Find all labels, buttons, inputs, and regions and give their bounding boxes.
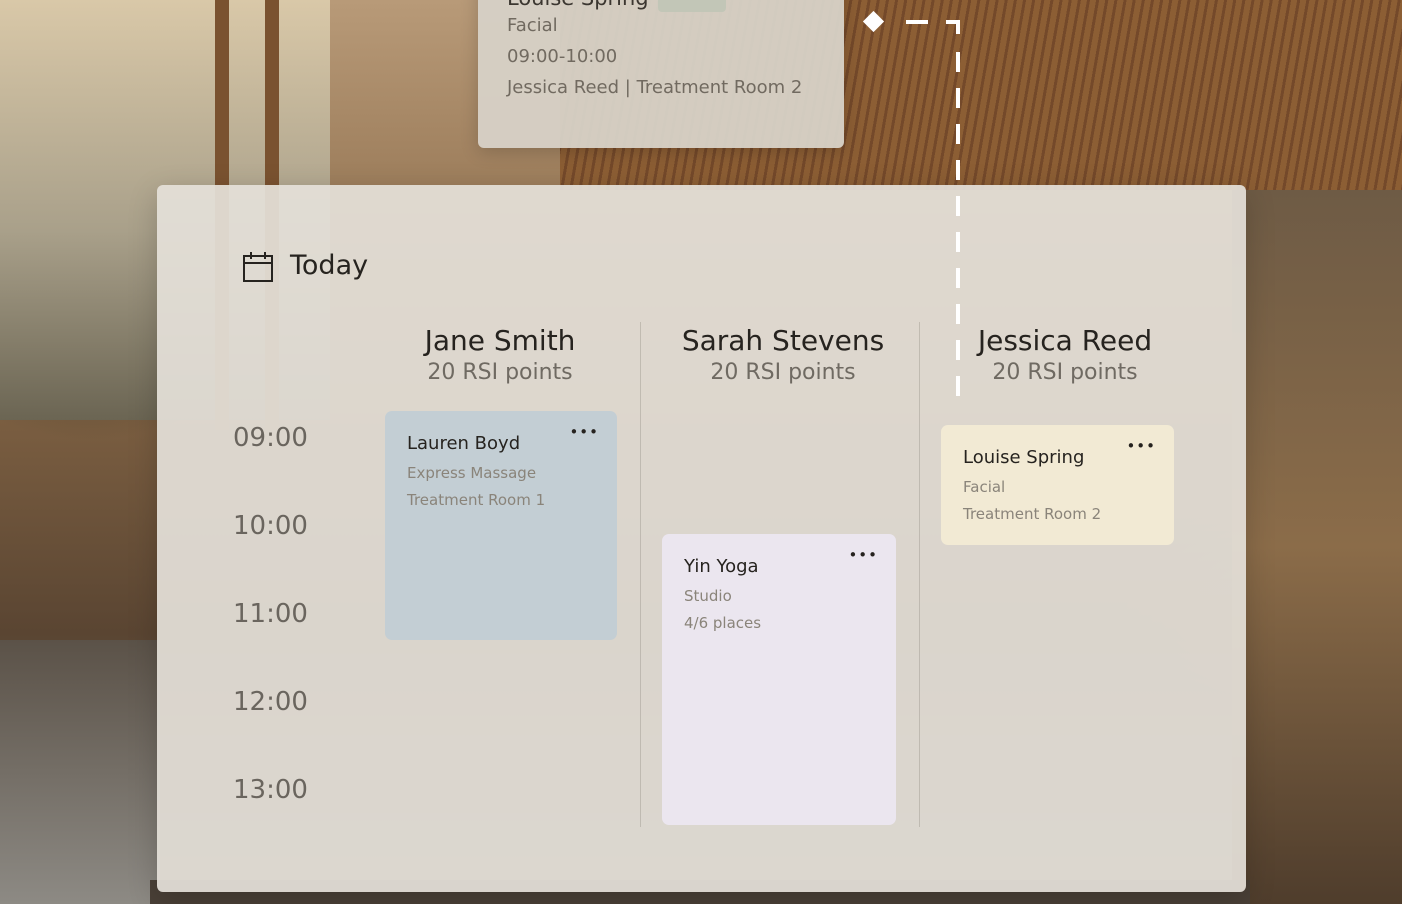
drag-path [946, 20, 960, 34]
popup-tag [658, 0, 726, 12]
staff-points: 20 RSI points [427, 360, 573, 385]
appointment-location: Treatment Room 2 [963, 505, 1102, 523]
time-label: 09:00 [233, 423, 308, 453]
time-label: 10:00 [233, 511, 308, 541]
drag-path [906, 20, 928, 24]
appointment-title: Yin Yoga [684, 556, 759, 577]
time-label: 13:00 [233, 775, 308, 805]
appointment-service: Facial [963, 478, 1006, 496]
time-label: 12:00 [233, 687, 308, 717]
column-divider [919, 322, 920, 827]
staff-header-sarah-stevens[interactable]: Sarah Stevens 20 RSI points [643, 324, 923, 388]
drag-path [956, 52, 960, 412]
staff-points: 20 RSI points [710, 360, 856, 385]
column-divider [640, 322, 641, 827]
staff-name: Jessica Reed [977, 324, 1153, 357]
appointment-card[interactable]: ••• Louise Spring Facial Treatment Room … [941, 425, 1174, 545]
appointment-card[interactable]: ••• Yin Yoga Studio 4/6 places [662, 534, 896, 825]
page-title: Today [290, 250, 369, 281]
calendar-panel: Today Jane Smith 20 RSI points Sarah Ste… [157, 185, 1246, 892]
time-label: 11:00 [233, 599, 308, 629]
appointment-capacity: 4/6 places [684, 614, 762, 632]
dragged-appointment-card[interactable]: Louise Spring Facial 09:00-10:00 Jessica… [478, 0, 844, 148]
staff-points: 20 RSI points [992, 360, 1138, 385]
appointment-card[interactable]: ••• Lauren Boyd Express Massage Treatmen… [385, 411, 617, 640]
appointment-location: Treatment Room 1 [407, 491, 546, 509]
popup-details: Jessica Reed | Treatment Room 2 [507, 77, 803, 98]
staff-header-jessica-reed[interactable]: Jessica Reed 20 RSI points [925, 324, 1205, 388]
popup-client-name: Louise Spring [507, 0, 649, 10]
appointment-title: Louise Spring [963, 447, 1085, 468]
background-wall [1232, 190, 1402, 904]
appointment-title: Lauren Boyd [407, 433, 521, 454]
popup-service: Facial [507, 15, 558, 36]
staff-name: Sarah Stevens [681, 324, 885, 357]
staff-name: Jane Smith [424, 324, 576, 357]
appointment-location: Studio [684, 587, 732, 605]
staff-header-jane-smith[interactable]: Jane Smith 20 RSI points [360, 324, 640, 388]
popup-time-range: 09:00-10:00 [507, 46, 618, 67]
more-options-icon[interactable]: ••• [848, 546, 878, 564]
appointment-service: Express Massage [407, 464, 537, 482]
background-pool [0, 640, 160, 904]
more-options-icon[interactable]: ••• [1126, 437, 1156, 455]
calendar-icon [243, 252, 273, 282]
more-options-icon[interactable]: ••• [569, 423, 599, 441]
